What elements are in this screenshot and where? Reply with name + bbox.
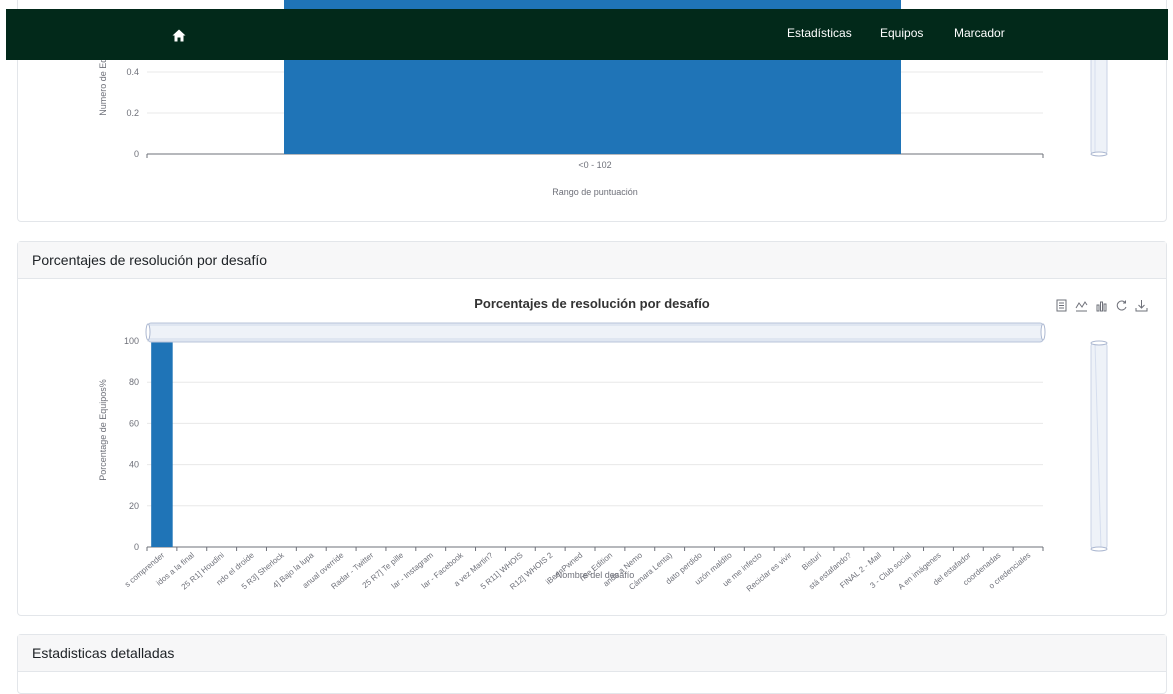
x-axis-tick-label: <0 - 102 bbox=[578, 160, 611, 170]
detailed-stats-card: Estadisticas detalladas bbox=[17, 634, 1167, 694]
chart-grid bbox=[146, 340, 1044, 551]
line-chart-icon[interactable] bbox=[1075, 299, 1088, 312]
horizontal-zoom-slider[interactable] bbox=[145, 322, 1046, 343]
nav-link-marcador[interactable]: Marcador bbox=[954, 26, 1005, 40]
y-axis-label: Porcentage de Equipos% bbox=[98, 379, 108, 481]
y-tick-label: 40 bbox=[129, 460, 139, 470]
y-tick-label: 60 bbox=[129, 418, 139, 428]
y-tick-label: 0.2 bbox=[126, 108, 139, 118]
resolution-card: Porcentajes de resolución por desafío Po… bbox=[17, 241, 1167, 616]
download-icon[interactable] bbox=[1135, 299, 1148, 312]
card-header: Estadisticas detalladas bbox=[18, 635, 1166, 672]
x-axis-label: Nombre del desafío bbox=[556, 570, 635, 580]
x-axis-label: Rango de puntuación bbox=[552, 187, 638, 197]
y-tick-label: 0.4 bbox=[126, 67, 139, 77]
home-button[interactable] bbox=[167, 24, 191, 46]
y-tick-label: 0 bbox=[134, 149, 139, 159]
y-tick-label: 0 bbox=[134, 542, 139, 552]
chart-toolbox bbox=[1055, 299, 1148, 312]
chart-title: Porcentajes de resolución por desafío bbox=[474, 296, 710, 311]
card-header: Porcentajes de resolución por desafío bbox=[18, 242, 1166, 279]
y-tick-label: 20 bbox=[129, 501, 139, 511]
restore-icon[interactable] bbox=[1115, 299, 1128, 312]
bar[interactable] bbox=[151, 341, 173, 547]
data-view-icon[interactable] bbox=[1055, 299, 1068, 312]
top-navbar: Estadísticas Equipos Marcador bbox=[6, 9, 1168, 60]
y-tick-label: 80 bbox=[129, 377, 139, 387]
y-tick-label: 100 bbox=[124, 336, 139, 346]
resolution-chart: Porcentajes de resolución por desafío s … bbox=[98, 296, 1108, 594]
vertical-zoom-slider[interactable] bbox=[1090, 340, 1108, 552]
bar-chart-icon[interactable] bbox=[1095, 299, 1108, 312]
nav-link-estadisticas[interactable]: Estadísticas bbox=[787, 26, 852, 40]
x-tick-label: Bisturí bbox=[800, 550, 824, 572]
home-icon bbox=[172, 29, 186, 41]
nav-link-equipos[interactable]: Equipos bbox=[880, 26, 923, 40]
